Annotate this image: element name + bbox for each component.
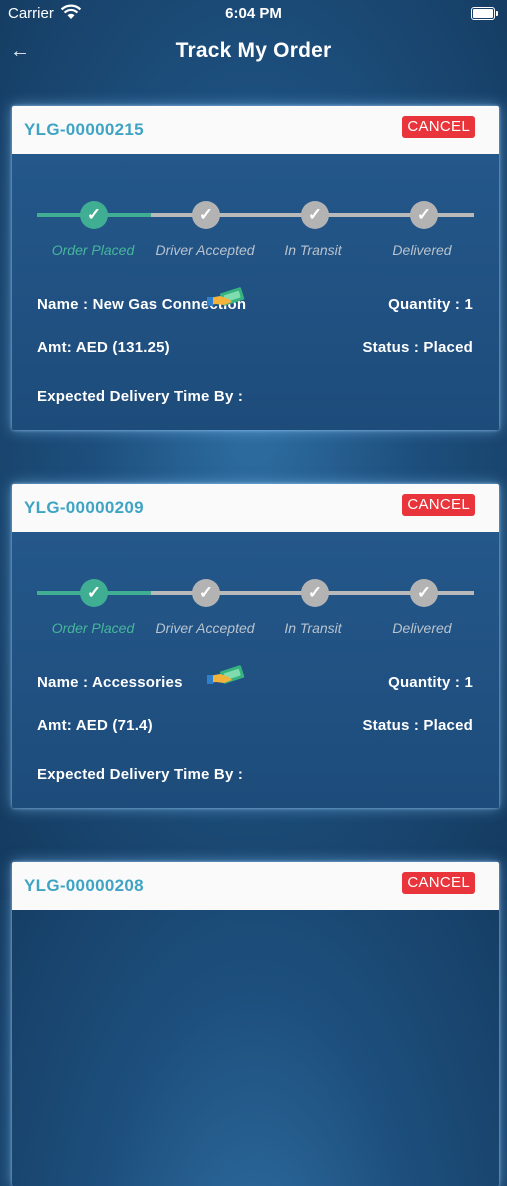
- nav-bar: ← Track My Order: [0, 28, 507, 76]
- step-check-icon: ✓: [80, 201, 108, 229]
- page-title: Track My Order: [175, 39, 332, 62]
- step-label-order-placed: Order Placed: [51, 242, 135, 258]
- order-id[interactable]: YLG-00000208: [24, 876, 144, 896]
- step-check-icon: ✓: [192, 579, 220, 607]
- step-check-icon: ✓: [410, 579, 438, 607]
- step-check-icon: ✓: [410, 201, 438, 229]
- order-card-header: YLG-00000209 CANCEL: [12, 484, 499, 532]
- expected-delivery-label: Expected Delivery Time By :: [37, 766, 244, 783]
- order-card-header: YLG-00000215 CANCEL: [12, 106, 499, 154]
- step-label-driver-accepted: Driver Accepted: [155, 242, 255, 258]
- step-label-driver-accepted: Driver Accepted: [155, 620, 255, 636]
- battery-icon: [471, 7, 498, 20]
- step-check-icon: ✓: [192, 201, 220, 229]
- order-card-header: YLG-00000208 CANCEL: [12, 862, 499, 910]
- order-card-body: ✓ ✓ ✓ ✓ Order Placed Driver Accepted In …: [12, 154, 499, 430]
- step-check-icon: ✓: [301, 201, 329, 229]
- cash-payment-icon: [207, 287, 245, 306]
- order-name: Name : Accessories: [37, 674, 183, 691]
- order-id[interactable]: YLG-00000215: [24, 120, 144, 140]
- step-label-in-transit: In Transit: [284, 620, 342, 636]
- step-label-in-transit: In Transit: [284, 242, 342, 258]
- cancel-button[interactable]: CANCEL: [402, 116, 475, 138]
- expected-delivery-label: Expected Delivery Time By :: [37, 388, 244, 405]
- step-label-order-placed: Order Placed: [51, 620, 135, 636]
- order-amount: Amt: AED (71.4): [37, 717, 153, 734]
- order-amount: Amt: AED (131.25): [37, 339, 170, 356]
- order-status: Status : Placed: [362, 339, 473, 356]
- order-quantity: Quantity : 1: [388, 674, 473, 691]
- cancel-button[interactable]: CANCEL: [402, 872, 475, 894]
- step-label-delivered: Delivered: [392, 620, 452, 636]
- cancel-button[interactable]: CANCEL: [402, 494, 475, 516]
- order-status: Status : Placed: [362, 717, 473, 734]
- order-id[interactable]: YLG-00000209: [24, 498, 144, 518]
- order-card: YLG-00000215 CANCEL ✓ ✓ ✓ ✓ Order Placed…: [12, 106, 499, 430]
- order-quantity: Quantity : 1: [388, 296, 473, 313]
- clock: 6:04 PM: [225, 5, 282, 22]
- cash-payment-icon: [207, 665, 245, 684]
- step-check-icon: ✓: [301, 579, 329, 607]
- step-check-icon: ✓: [80, 579, 108, 607]
- order-card: YLG-00000208 CANCEL: [12, 862, 499, 1186]
- order-card-body: ✓ ✓ ✓ ✓ Order Placed Driver Accepted In …: [12, 532, 499, 808]
- step-label-delivered: Delivered: [392, 242, 452, 258]
- order-card: YLG-00000209 CANCEL ✓ ✓ ✓ ✓ Order Placed…: [12, 484, 499, 808]
- status-bar: Carrier 6:04 PM: [0, 0, 507, 28]
